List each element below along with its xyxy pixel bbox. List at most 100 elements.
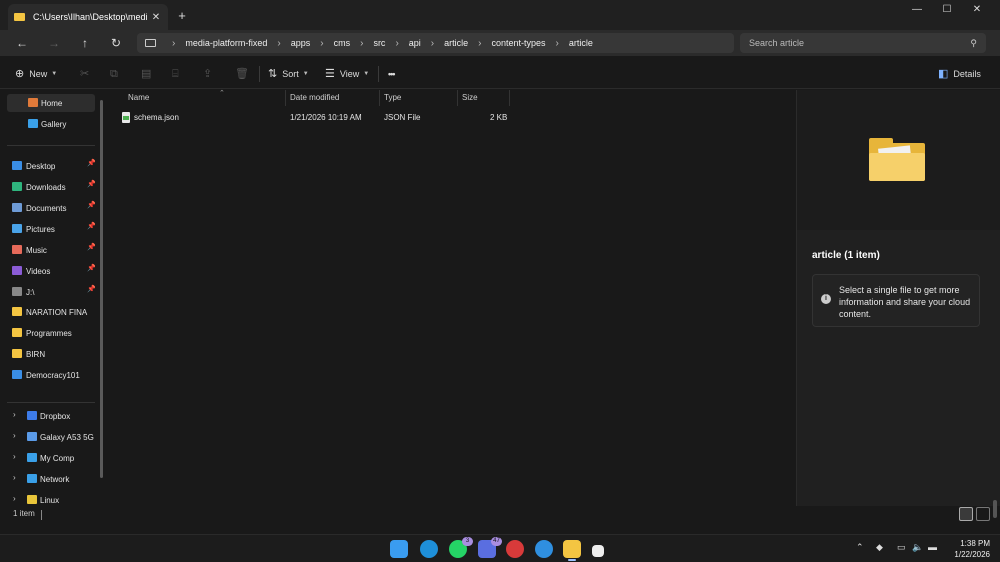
maximize-button[interactable]: ☐ bbox=[934, 3, 960, 17]
breadcrumb-item-current[interactable]: article bbox=[569, 38, 593, 48]
sidebar-item-galaxy-a53-5g[interactable]: › Galaxy A53 5G bbox=[7, 428, 95, 446]
dropbox-icon bbox=[27, 411, 37, 420]
breadcrumb-item[interactable]: content-types bbox=[492, 38, 546, 48]
sidebar-item-naration-fina[interactable]: NARATION FINA bbox=[7, 303, 95, 321]
sidebar-item-my-comp[interactable]: › My Comp bbox=[7, 449, 95, 467]
computer-icon bbox=[27, 453, 37, 462]
forward-button[interactable]: → bbox=[46, 35, 62, 51]
breadcrumb-separator[interactable]: › bbox=[478, 38, 481, 49]
breadcrumb-item[interactable]: media-platform-fixed bbox=[185, 38, 267, 48]
breadcrumb-item[interactable]: article bbox=[444, 38, 468, 48]
close-button[interactable]: ✕ bbox=[964, 3, 990, 17]
teams-icon[interactable]: 47 bbox=[478, 537, 502, 558]
app-white-icon[interactable] bbox=[592, 545, 604, 557]
table-row[interactable]: schema.json 1/21/2026 10:19 AM JSON File… bbox=[114, 110, 514, 126]
sidebar-item-downloads[interactable]: Downloads 📌 bbox=[7, 178, 95, 196]
sort-button[interactable]: ⇅ Sort ▼ bbox=[268, 67, 309, 81]
chevron-right-icon[interactable]: › bbox=[13, 494, 16, 503]
sidebar-item-label: Videos bbox=[26, 266, 51, 276]
sidebar-item-videos[interactable]: Videos 📌 bbox=[7, 262, 95, 280]
details-label: Details bbox=[953, 69, 981, 79]
dropbox-tray-icon[interactable]: ◆ bbox=[876, 542, 883, 553]
sidebar-item-programmes[interactable]: Programmes bbox=[7, 324, 95, 342]
minimize-button[interactable]: — bbox=[904, 3, 930, 17]
refresh-button[interactable]: ↻ bbox=[108, 35, 124, 51]
search-input[interactable]: Search article ⚲ bbox=[740, 33, 986, 53]
whatsapp-icon[interactable]: 3 bbox=[449, 537, 473, 558]
breadcrumb-item[interactable]: cms bbox=[334, 38, 351, 48]
sidebar-item-dropbox[interactable]: › Dropbox bbox=[7, 407, 95, 425]
network-tray-icon[interactable]: ▭ bbox=[897, 542, 906, 553]
column-header-type[interactable]: Type bbox=[380, 90, 458, 106]
sidebar-item-birn[interactable]: BIRN bbox=[7, 345, 95, 363]
volume-icon[interactable]: 🔈 bbox=[912, 542, 923, 553]
breadcrumb-item[interactable]: apps bbox=[291, 38, 311, 48]
tab-close-icon[interactable]: ✕ bbox=[150, 12, 162, 23]
sidebar-item-desktop[interactable]: Desktop 📌 bbox=[7, 157, 95, 175]
pin-icon: 📌 bbox=[87, 160, 95, 167]
column-header-name[interactable]: Name ⌃ bbox=[124, 90, 286, 106]
sidebar-item-label: Home bbox=[41, 98, 63, 108]
tab-title: C:\Users\Ilhan\Desktop\medi bbox=[33, 12, 148, 22]
breadcrumb-separator[interactable]: › bbox=[277, 38, 280, 49]
new-tab-button[interactable]: + bbox=[176, 9, 188, 23]
chevron-right-icon[interactable]: › bbox=[13, 410, 16, 419]
breadcrumb-separator[interactable]: › bbox=[172, 38, 175, 49]
sidebar-item-network[interactable]: › Network bbox=[7, 470, 95, 488]
more-options-button[interactable]: ••• bbox=[388, 67, 396, 81]
paste-icon[interactable]: ▤ bbox=[141, 67, 151, 81]
breadcrumb-separator[interactable]: › bbox=[395, 38, 398, 49]
details-info-card: i Select a single file to get more infor… bbox=[812, 274, 980, 327]
breadcrumb[interactable]: › media-platform-fixed › apps › cms › sr… bbox=[137, 33, 734, 53]
app-blue-icon[interactable] bbox=[535, 540, 553, 558]
file-explorer-icon[interactable] bbox=[563, 540, 581, 558]
breadcrumb-separator[interactable]: › bbox=[320, 38, 323, 49]
battery-icon[interactable]: ▬ bbox=[928, 542, 937, 552]
breadcrumb-item[interactable]: api bbox=[409, 38, 421, 48]
back-button[interactable]: ← bbox=[14, 35, 30, 51]
breadcrumb-item[interactable]: src bbox=[373, 38, 385, 48]
cut-icon[interactable]: ✂ bbox=[80, 67, 89, 81]
tiles-view-button[interactable] bbox=[976, 507, 990, 521]
sidebar-item-j[interactable]: J:\ 📌 bbox=[7, 283, 95, 301]
breadcrumb-separator[interactable]: › bbox=[556, 38, 559, 49]
item-count: 1 item bbox=[13, 509, 35, 518]
app-red-icon[interactable] bbox=[506, 540, 524, 558]
breadcrumb-separator[interactable]: › bbox=[360, 38, 363, 49]
clock[interactable]: 1:38 PM 1/22/2026 bbox=[944, 538, 990, 560]
sidebar-item-label: Democracy101 bbox=[26, 370, 80, 380]
share-icon[interactable]: ⇪ bbox=[203, 67, 212, 81]
content-scrollbar[interactable] bbox=[993, 500, 997, 518]
tab-current[interactable]: C:\Users\Ilhan\Desktop\medi ✕ bbox=[8, 4, 168, 30]
copy-icon[interactable]: ⧉ bbox=[110, 67, 118, 81]
sidebar-item-music[interactable]: Music 📌 bbox=[7, 241, 95, 259]
chevron-right-icon[interactable]: › bbox=[13, 452, 16, 461]
up-button[interactable]: ↑ bbox=[77, 35, 93, 51]
sidebar-item-home[interactable]: Home bbox=[7, 94, 95, 112]
pin-icon: 📌 bbox=[87, 265, 95, 272]
chevron-up-icon[interactable]: ⌃ bbox=[856, 542, 864, 553]
sidebar-item-gallery[interactable]: Gallery bbox=[7, 115, 95, 133]
edge-icon[interactable] bbox=[420, 540, 438, 558]
chevron-right-icon[interactable]: › bbox=[13, 473, 16, 482]
sort-ascending-icon: ⌃ bbox=[219, 90, 225, 97]
column-header-date[interactable]: Date modified bbox=[286, 90, 380, 106]
sidebar-item-documents[interactable]: Documents 📌 bbox=[7, 199, 95, 217]
computer-icon[interactable] bbox=[145, 39, 156, 47]
new-button[interactable]: ⊕ New ▼ bbox=[15, 67, 57, 81]
chevron-right-icon[interactable]: › bbox=[13, 431, 16, 440]
details-button[interactable]: ◧ Details bbox=[938, 67, 981, 81]
delete-icon[interactable]: 🗑 bbox=[235, 67, 249, 81]
sort-label: Sort bbox=[282, 69, 299, 79]
start-button[interactable] bbox=[390, 540, 408, 558]
details-view-button[interactable] bbox=[959, 507, 973, 521]
breadcrumb-separator[interactable]: › bbox=[431, 38, 434, 49]
view-button[interactable]: ☰ View ▼ bbox=[325, 67, 369, 81]
sidebar-item-pictures[interactable]: Pictures 📌 bbox=[7, 220, 95, 238]
rename-icon[interactable]: ⌸ bbox=[172, 67, 179, 81]
sidebar-scrollbar[interactable] bbox=[100, 100, 103, 478]
sidebar-item-democracy101[interactable]: Democracy101 bbox=[7, 366, 95, 384]
sidebar-item-label: My Comp bbox=[40, 453, 75, 463]
sidebar-item-label: J:\ bbox=[26, 287, 35, 297]
column-header-size[interactable]: Size bbox=[458, 90, 510, 106]
